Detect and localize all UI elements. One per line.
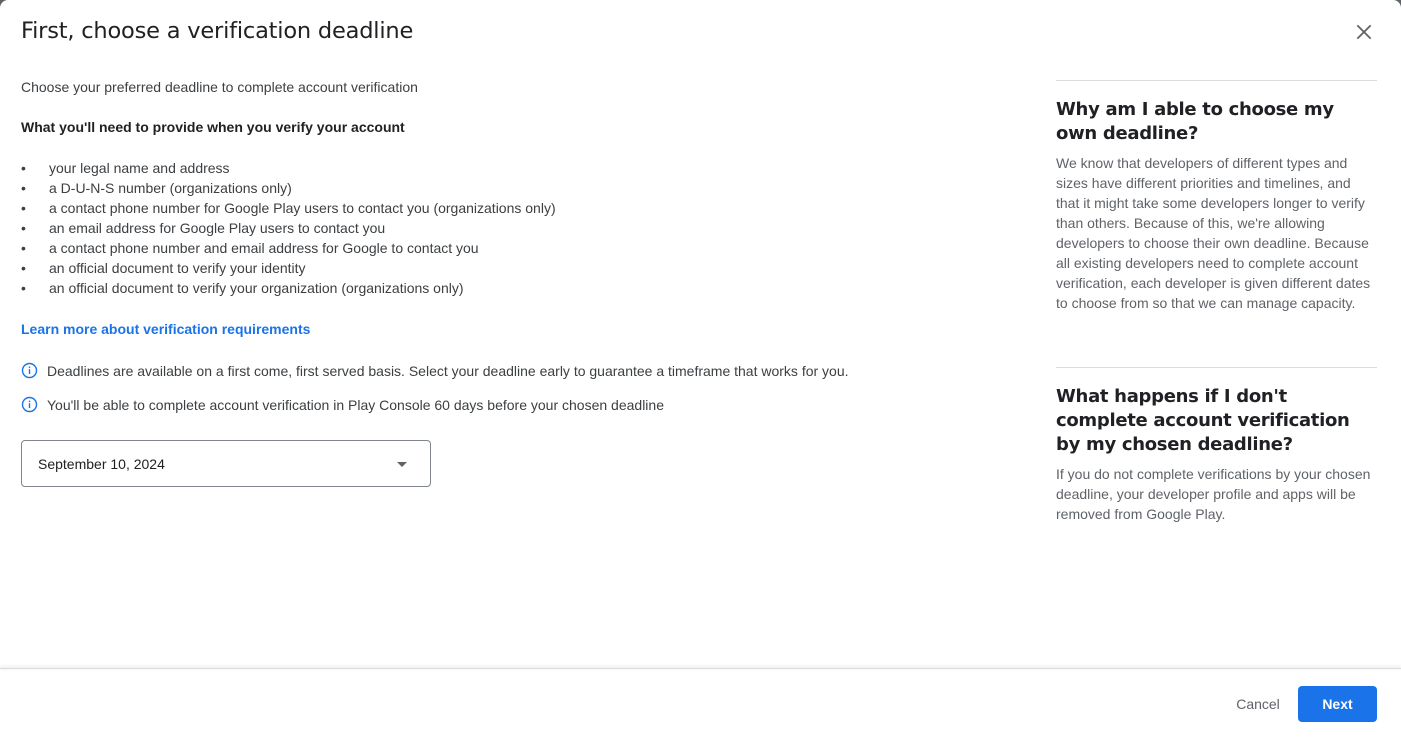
requirements-list: • your legal name and address • a D-U-N-S …: [21, 159, 556, 299]
requirements-heading: What you'll need to provide when you ver…: [21, 119, 405, 135]
info-note-first-come: Deadlines are available on a first come,…: [21, 362, 849, 379]
requirement-text: an official document to verify your iden…: [49, 260, 306, 276]
help-question: What happens if I don't complete account…: [1056, 386, 1350, 455]
info-icon: [21, 362, 38, 379]
cancel-button[interactable]: Cancel: [1220, 686, 1296, 722]
next-button[interactable]: Next: [1298, 686, 1377, 722]
divider: [1056, 80, 1377, 81]
intro-text: Choose your preferred deadline to comple…: [21, 79, 418, 95]
help-question: Why am I able to choose my own deadline?: [1056, 99, 1334, 144]
list-item: • an official document to verify your org…: [21, 279, 556, 299]
requirement-text: a D-U-N-S number (organizations only): [49, 180, 292, 196]
help-sidebar: Why am I able to choose my own deadline?…: [1056, 80, 1377, 524]
help-section-missed-deadline: What happens if I don't complete account…: [1056, 385, 1377, 524]
divider: [1056, 367, 1377, 368]
learn-more-link[interactable]: Learn more about verification requiremen…: [21, 321, 310, 337]
bullet: •: [21, 160, 26, 176]
list-item: • a contact phone number and email addres…: [21, 239, 556, 259]
info-icon: [21, 396, 38, 413]
list-item: • a contact phone number for Google Play …: [21, 199, 556, 219]
list-item: • your legal name and address: [21, 159, 556, 179]
info-note-text: You'll be able to complete account verif…: [47, 396, 664, 413]
list-item: • an email address for Google Play users …: [21, 219, 556, 239]
bullet: •: [21, 280, 26, 296]
dialog-title: First, choose a verification deadline: [21, 18, 414, 44]
bullet: •: [21, 240, 26, 256]
requirement-text: a contact phone number and email address…: [49, 240, 479, 256]
list-item: • an official document to verify your ide…: [21, 259, 556, 279]
bullet: •: [21, 260, 26, 276]
bullet: •: [21, 220, 26, 236]
deadline-select-value: September 10, 2024: [38, 455, 165, 472]
bullet: •: [21, 180, 26, 196]
requirement-text: a contact phone number for Google Play u…: [49, 200, 556, 216]
info-note-text: Deadlines are available on a first come,…: [47, 362, 849, 379]
verification-deadline-dialog: First, choose a verification deadline Ch…: [0, 0, 1401, 737]
help-answer: If you do not complete verifications by …: [1056, 466, 1371, 522]
close-button[interactable]: [1350, 18, 1378, 46]
deadline-select[interactable]: September 10, 2024: [21, 440, 431, 487]
requirement-text: your legal name and address: [49, 160, 230, 176]
info-note-60-days: You'll be able to complete account verif…: [21, 396, 664, 413]
dropdown-arrow-icon: [397, 462, 407, 467]
requirement-text: an email address for Google Play users t…: [49, 220, 386, 236]
bullet: •: [21, 200, 26, 216]
help-answer: We know that developers of different typ…: [1056, 155, 1371, 311]
close-icon: [1356, 24, 1372, 40]
list-item: • a D-U-N-S number (organizations only): [21, 179, 556, 199]
help-section-own-deadline: Why am I able to choose my own deadline?…: [1056, 98, 1377, 367]
requirement-text: an official document to verify your orga…: [49, 280, 464, 296]
footer-divider: [0, 668, 1401, 669]
